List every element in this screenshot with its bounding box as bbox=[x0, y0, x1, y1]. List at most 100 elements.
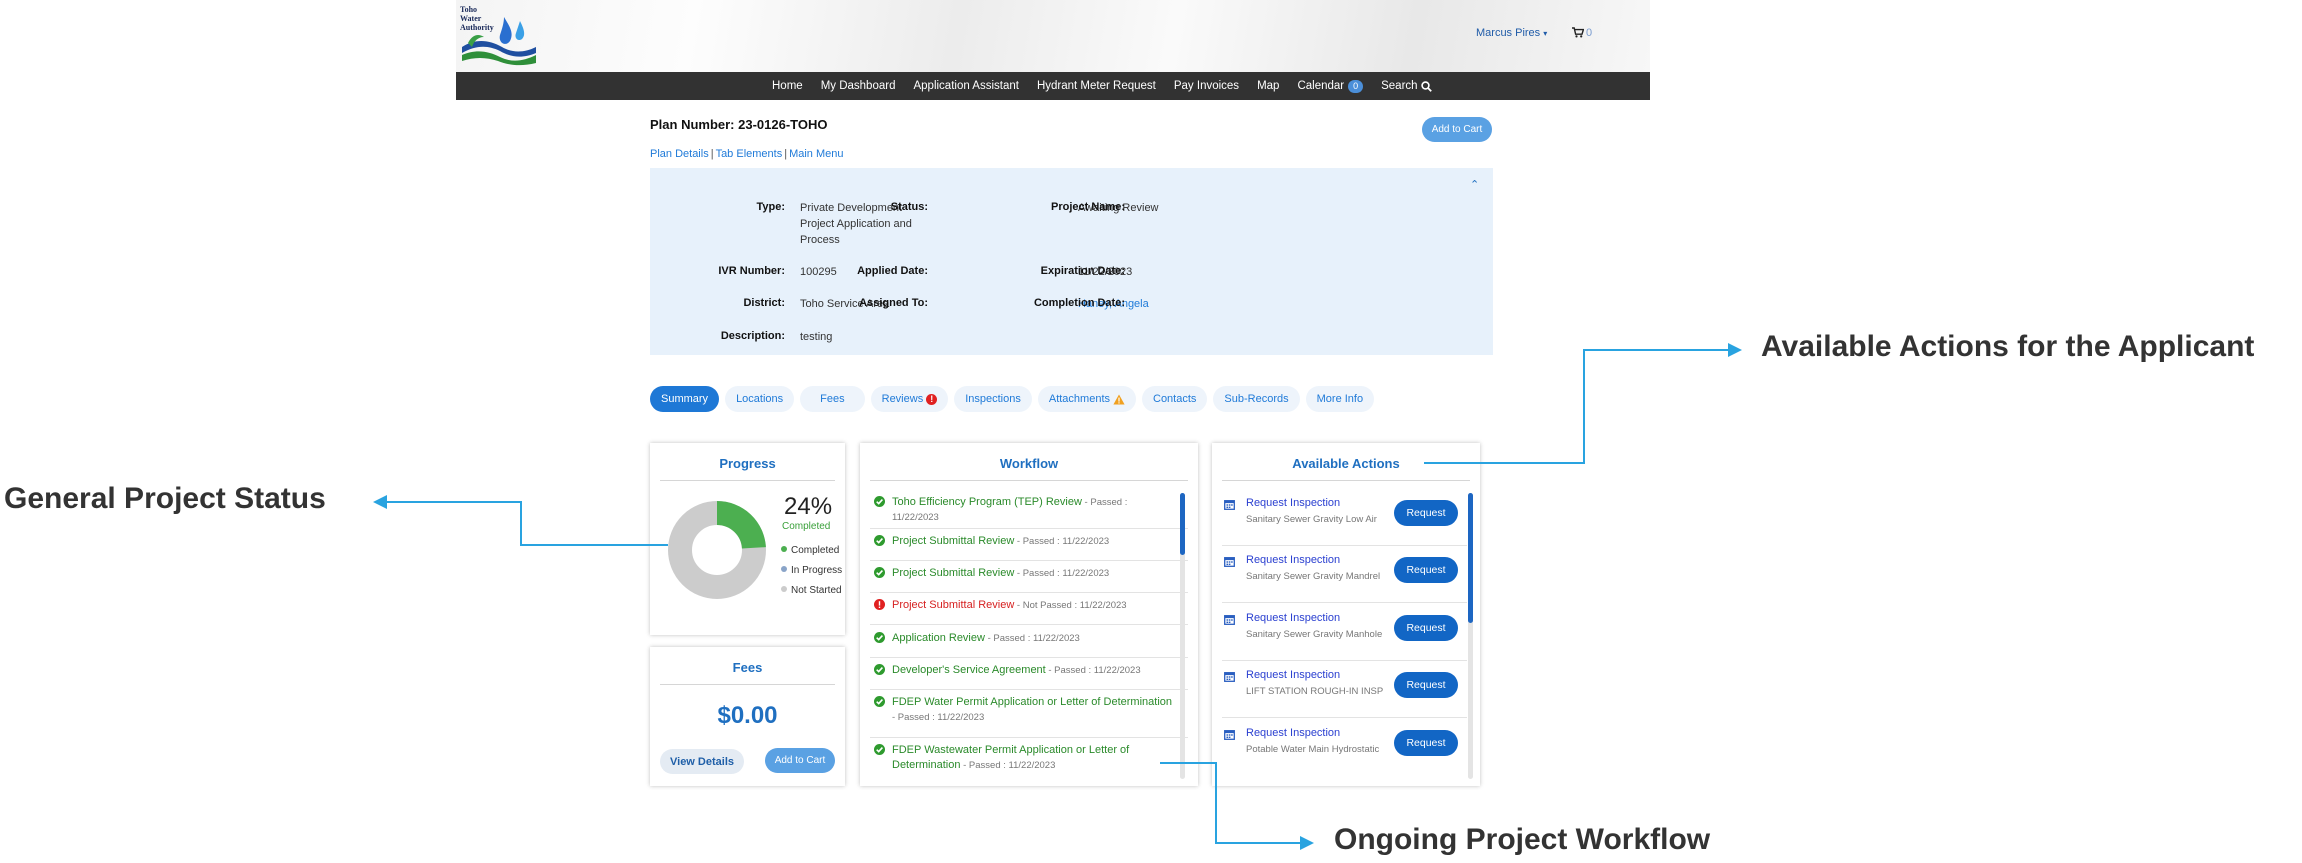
request-button[interactable]: Request bbox=[1394, 500, 1458, 526]
inspection-type: Sanitary Sewer Gravity Manhole bbox=[1246, 629, 1383, 640]
fees-add-to-cart-button[interactable]: Add to Cart bbox=[765, 748, 835, 773]
workflow-divider bbox=[870, 657, 1188, 658]
workflow-item-text: FDEP Water Permit Application or Letter … bbox=[892, 695, 1172, 725]
tab-contacts[interactable]: Contacts bbox=[1142, 386, 1208, 412]
request-button[interactable]: Request bbox=[1394, 557, 1458, 583]
ivr-number-label: IVR Number: bbox=[718, 265, 785, 277]
legend-in-progress: In Progress bbox=[781, 565, 842, 576]
tab-sub-records[interactable]: Sub-Records bbox=[1213, 386, 1300, 412]
workflow-item-name[interactable]: Project Submittal Review bbox=[892, 567, 1014, 579]
calendar-icon bbox=[1224, 500, 1235, 510]
workflow-item-name[interactable]: Toho Efficiency Program (TEP) Review bbox=[892, 496, 1082, 508]
site-header: Toho Water Authority Marcus Pires ▾ 0 bbox=[456, 0, 1650, 72]
tab-locations[interactable]: Locations bbox=[725, 386, 795, 412]
plan-details-link[interactable]: Plan Details bbox=[650, 148, 709, 160]
nav-application-assistant[interactable]: Application Assistant bbox=[913, 80, 1018, 92]
action-item: Request Inspection LIFT STATION ROUGH-IN … bbox=[1224, 669, 1464, 719]
workflow-title: Workflow bbox=[999, 456, 1059, 471]
svg-text:Water: Water bbox=[460, 14, 482, 23]
user-menu[interactable]: Marcus Pires ▾ bbox=[1476, 27, 1547, 39]
calendar-count-badge: 0 bbox=[1348, 79, 1364, 93]
fees-title: Fees bbox=[732, 660, 763, 675]
status-label: Status: bbox=[890, 201, 928, 213]
workflow-item-name[interactable]: Developer's Service Agreement bbox=[892, 664, 1046, 676]
search-icon bbox=[1420, 80, 1432, 92]
workflow-divider bbox=[870, 560, 1188, 561]
request-inspection-link[interactable]: Request Inspection bbox=[1246, 727, 1340, 739]
card-divider bbox=[1222, 480, 1470, 481]
nav-my-dashboard[interactable]: My Dashboard bbox=[821, 80, 896, 92]
nav-pay-invoices[interactable]: Pay Invoices bbox=[1174, 80, 1239, 92]
collapse-chevron-icon[interactable]: ⌃ bbox=[1470, 178, 1479, 191]
cart-link[interactable]: 0 bbox=[1572, 27, 1592, 39]
request-button[interactable]: Request bbox=[1394, 672, 1458, 698]
svg-text:Authority: Authority bbox=[460, 23, 494, 32]
toho-water-authority-logo[interactable]: Toho Water Authority bbox=[458, 3, 538, 67]
shopping-cart-icon bbox=[1572, 27, 1585, 38]
nav-map[interactable]: Map bbox=[1257, 80, 1279, 92]
expiration-date-label: Expiration Date: bbox=[1040, 265, 1125, 277]
district-label: District: bbox=[743, 297, 785, 309]
main-menu-link[interactable]: Main Menu bbox=[789, 148, 843, 160]
workflow-item-text: Project Submittal Review - Passed : 11/2… bbox=[892, 566, 1172, 581]
legend-completed-dot bbox=[781, 546, 787, 552]
check-circle-icon bbox=[874, 567, 885, 578]
tab-attachments-label: Attachments bbox=[1048, 393, 1110, 405]
tab-elements-link[interactable]: Tab Elements bbox=[716, 148, 783, 160]
workflow-item-text: Toho Efficiency Program (TEP) Review - P… bbox=[892, 495, 1172, 525]
workflow-item-text: Project Submittal Review - Passed : 11/2… bbox=[892, 534, 1172, 549]
user-name[interactable]: Marcus Pires bbox=[1476, 27, 1540, 39]
request-inspection-link[interactable]: Request Inspection bbox=[1246, 554, 1340, 566]
tab-reviews[interactable]: Reviews! bbox=[870, 386, 949, 412]
annotation-available-actions: Available Actions for the Applicant bbox=[1761, 330, 2255, 363]
description-value: testing bbox=[800, 331, 833, 343]
check-circle-icon bbox=[874, 535, 885, 546]
nav-search[interactable]: Search bbox=[1381, 80, 1432, 92]
tab-reviews-label: Reviews bbox=[881, 393, 924, 405]
workflow-item-text: Developer's Service Agreement - Passed :… bbox=[892, 663, 1172, 678]
link-separator: | bbox=[784, 148, 788, 160]
action-divider bbox=[1222, 545, 1467, 546]
action-divider bbox=[1222, 602, 1467, 603]
legend-not-started: Not Started bbox=[781, 585, 842, 596]
request-button[interactable]: Request bbox=[1394, 730, 1458, 756]
request-inspection-link[interactable]: Request Inspection bbox=[1246, 669, 1340, 681]
nav-hydrant-meter-request[interactable]: Hydrant Meter Request bbox=[1037, 80, 1156, 92]
request-inspection-link[interactable]: Request Inspection bbox=[1246, 612, 1340, 624]
request-button[interactable]: Request bbox=[1394, 615, 1458, 641]
progress-donut-chart bbox=[668, 501, 766, 599]
action-item: Request Inspection Sanitary Sewer Gravity… bbox=[1224, 554, 1464, 604]
request-inspection-link[interactable]: Request Inspection bbox=[1246, 497, 1340, 509]
legend-completed-label: Completed bbox=[791, 545, 840, 556]
workflow-item-status: - Passed : 11/22/2023 bbox=[1014, 568, 1110, 579]
workflow-item-status: - Passed : 11/22/2023 bbox=[984, 633, 1080, 644]
legend-not-started-label: Not Started bbox=[791, 585, 842, 596]
tab-more-info[interactable]: More Info bbox=[1305, 386, 1375, 412]
check-circle-icon bbox=[874, 696, 885, 707]
workflow-item-name[interactable]: FDEP Water Permit Application or Letter … bbox=[892, 696, 1172, 708]
actions-scrollbar-thumb[interactable] bbox=[1468, 493, 1473, 623]
workflow-scrollbar-thumb[interactable] bbox=[1180, 493, 1185, 555]
tab-fees[interactable]: Fees bbox=[800, 386, 865, 412]
available-actions-title: Available Actions bbox=[1292, 456, 1400, 471]
workflow-item-name[interactable]: Application Review bbox=[892, 632, 985, 644]
workflow-item-name[interactable]: Project Submittal Review bbox=[892, 599, 1014, 611]
tab-inspections[interactable]: Inspections bbox=[954, 386, 1032, 412]
tab-attachments[interactable]: Attachments bbox=[1037, 386, 1136, 412]
svg-text:Toho: Toho bbox=[460, 5, 477, 14]
cart-count: 0 bbox=[1586, 27, 1593, 39]
action-divider bbox=[1222, 660, 1467, 661]
action-item: Request Inspection Potable Water Main Hyd… bbox=[1224, 727, 1464, 777]
nav-calendar[interactable]: Calendar 0 bbox=[1297, 79, 1364, 93]
workflow-divider bbox=[870, 592, 1188, 593]
check-circle-icon bbox=[874, 496, 885, 507]
view-details-button[interactable]: View Details bbox=[660, 749, 744, 774]
assigned-to-label: Assigned To: bbox=[859, 297, 928, 309]
completion-date-label: Completion Date: bbox=[1033, 297, 1125, 309]
legend-not-started-dot bbox=[781, 586, 787, 592]
workflow-item-name[interactable]: Project Submittal Review bbox=[892, 535, 1014, 547]
tab-summary[interactable]: Summary bbox=[650, 386, 720, 412]
add-to-cart-button[interactable]: Add to Cart bbox=[1422, 117, 1492, 142]
legend-in-progress-label: In Progress bbox=[791, 565, 843, 576]
nav-home[interactable]: Home bbox=[772, 80, 803, 92]
